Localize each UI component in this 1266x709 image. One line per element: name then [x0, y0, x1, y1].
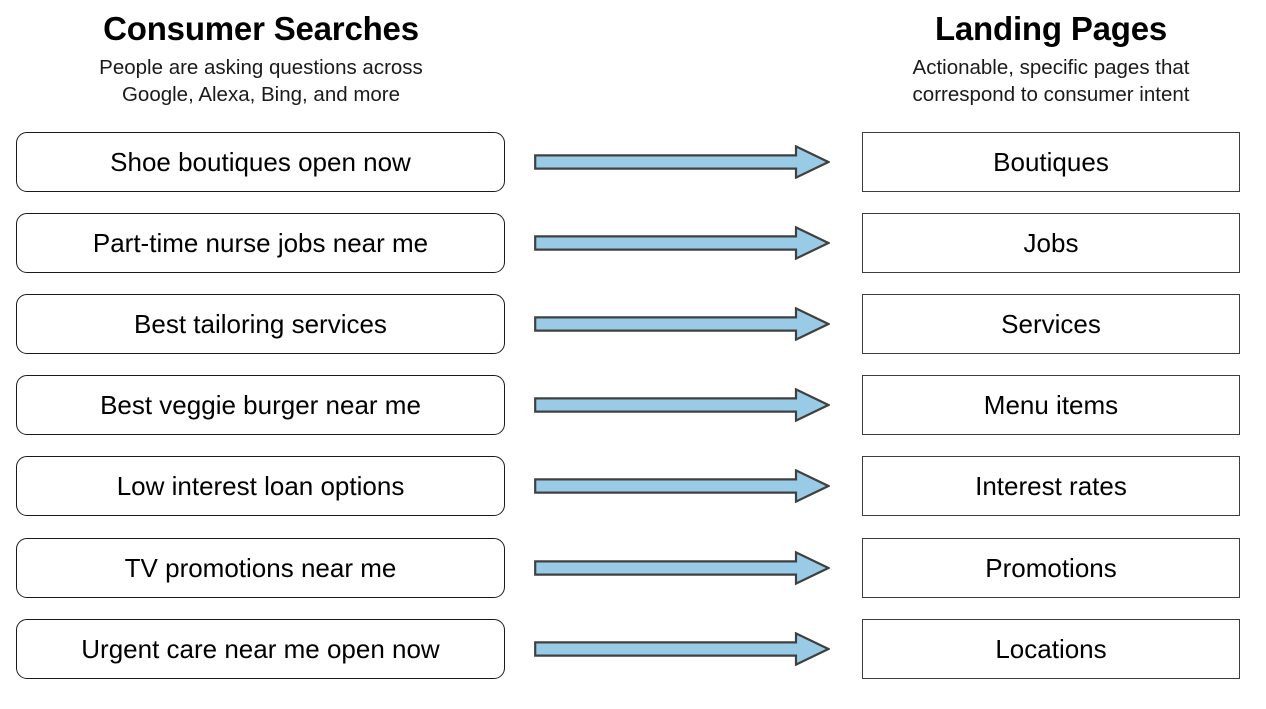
mapping-row: Urgent care near me open now Locations — [0, 619, 1266, 681]
right-arrow-icon — [534, 145, 830, 179]
landing-page-box[interactable]: Boutiques — [862, 132, 1240, 192]
search-box[interactable]: TV promotions near me — [16, 538, 505, 598]
search-box[interactable]: Part-time nurse jobs near me — [16, 213, 505, 273]
landing-page-box[interactable]: Services — [862, 294, 1240, 354]
right-arrow-icon — [534, 307, 830, 341]
search-box-label: Urgent care near me open now — [81, 634, 440, 664]
right-arrow-icon — [534, 226, 830, 260]
landing-page-box[interactable]: Interest rates — [862, 456, 1240, 516]
landing-page-box[interactable]: Menu items — [862, 375, 1240, 435]
mapping-row: Best tailoring services Services — [0, 294, 1266, 356]
right-column-subtitle-line-2: correspond to consumer intent — [912, 83, 1190, 107]
search-box[interactable]: Best veggie burger near me — [16, 375, 505, 435]
right-arrow-icon — [534, 632, 830, 666]
search-box-label: Part-time nurse jobs near me — [92, 228, 429, 258]
search-box[interactable]: Low interest loan options — [16, 456, 505, 516]
landing-page-box-label: Promotions — [985, 553, 1117, 583]
search-box-label: TV promotions near me — [124, 553, 397, 583]
mapping-row: Part-time nurse jobs near me Jobs — [0, 213, 1266, 275]
search-box-label: Best tailoring services — [134, 309, 387, 339]
right-column-header: Landing Pages Actionable, specific pages… — [862, 10, 1240, 109]
search-box-label: Low interest loan options — [116, 471, 405, 501]
right-column-subtitle: Actionable, specific pages that correspo… — [862, 54, 1240, 109]
right-column-title: Landing Pages — [934, 10, 1168, 47]
left-column-subtitle: People are asking questions across Googl… — [16, 54, 506, 109]
right-arrow-icon — [534, 388, 830, 422]
landing-page-box-label: Services — [1001, 309, 1101, 339]
mapping-row: Low interest loan options Interest rates — [0, 456, 1266, 518]
right-column-subtitle-line-1: Actionable, specific pages that — [912, 55, 1190, 79]
search-box-label: Best veggie burger near me — [100, 390, 421, 420]
landing-page-box-label: Interest rates — [975, 471, 1127, 501]
diagram-canvas: Consumer Searches People are asking ques… — [0, 0, 1266, 709]
mapping-row: TV promotions near me Promotions — [0, 538, 1266, 600]
right-arrow-icon — [534, 551, 830, 585]
left-column-subtitle-line-2: Google, Alexa, Bing, and more — [121, 83, 401, 107]
landing-page-box[interactable]: Jobs — [862, 213, 1240, 273]
search-box[interactable]: Shoe boutiques open now — [16, 132, 505, 192]
left-column-title: Consumer Searches — [103, 10, 419, 47]
landing-page-box-label: Locations — [995, 634, 1107, 664]
landing-page-box[interactable]: Promotions — [862, 538, 1240, 598]
mapping-row: Shoe boutiques open now Boutiques — [0, 132, 1266, 194]
search-box[interactable]: Best tailoring services — [16, 294, 505, 354]
mapping-row: Best veggie burger near me Menu items — [0, 375, 1266, 437]
search-box-label: Shoe boutiques open now — [110, 147, 411, 177]
landing-page-box-label: Jobs — [1023, 228, 1079, 258]
search-box[interactable]: Urgent care near me open now — [16, 619, 505, 679]
landing-page-box-label: Boutiques — [993, 147, 1109, 177]
landing-page-box-label: Menu items — [983, 390, 1119, 420]
landing-page-box[interactable]: Locations — [862, 619, 1240, 679]
left-column-header: Consumer Searches People are asking ques… — [16, 10, 506, 109]
right-arrow-icon — [534, 469, 830, 503]
left-column-subtitle-line-1: People are asking questions across — [99, 55, 423, 79]
